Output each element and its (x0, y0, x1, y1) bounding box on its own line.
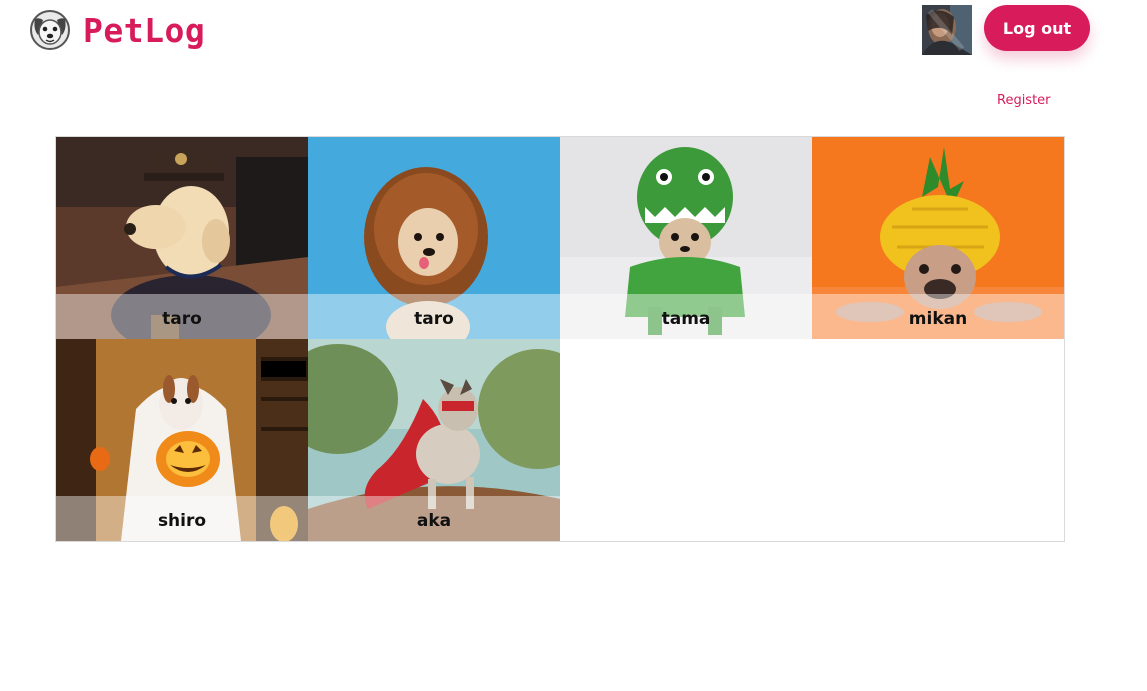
pet-name: taro (414, 308, 454, 329)
pet-card[interactable]: tama (560, 137, 812, 339)
logout-button[interactable]: Log out (984, 5, 1090, 51)
pet-name: mikan (908, 308, 968, 329)
pet-card[interactable]: taro (56, 137, 308, 339)
pet-caption: mikan (812, 294, 1064, 339)
avatar-photo (922, 5, 972, 55)
brand-name: PetLog (83, 10, 206, 50)
pet-grid: taro taro tama mikan shiro aka (55, 136, 1065, 542)
pet-caption: aka (308, 496, 560, 541)
pet-caption: shiro (56, 496, 308, 541)
pet-card-selected[interactable]: shiro (56, 339, 308, 541)
pet-caption: tama (560, 294, 812, 339)
user-avatar[interactable] (922, 5, 972, 55)
pet-caption: taro (308, 294, 560, 339)
dog-face-icon (30, 10, 70, 50)
pet-caption: taro (56, 294, 308, 339)
pet-name: taro (162, 308, 202, 329)
pet-card[interactable]: taro (308, 137, 560, 339)
pet-card[interactable]: aka (308, 339, 560, 541)
pet-name: aka (416, 510, 452, 531)
register-link[interactable]: Register (997, 93, 1051, 108)
pet-name: shiro (157, 510, 207, 531)
pet-name: tama (661, 308, 711, 329)
brand-home-link[interactable]: PetLog (29, 9, 205, 51)
pet-card[interactable]: mikan (812, 137, 1064, 339)
